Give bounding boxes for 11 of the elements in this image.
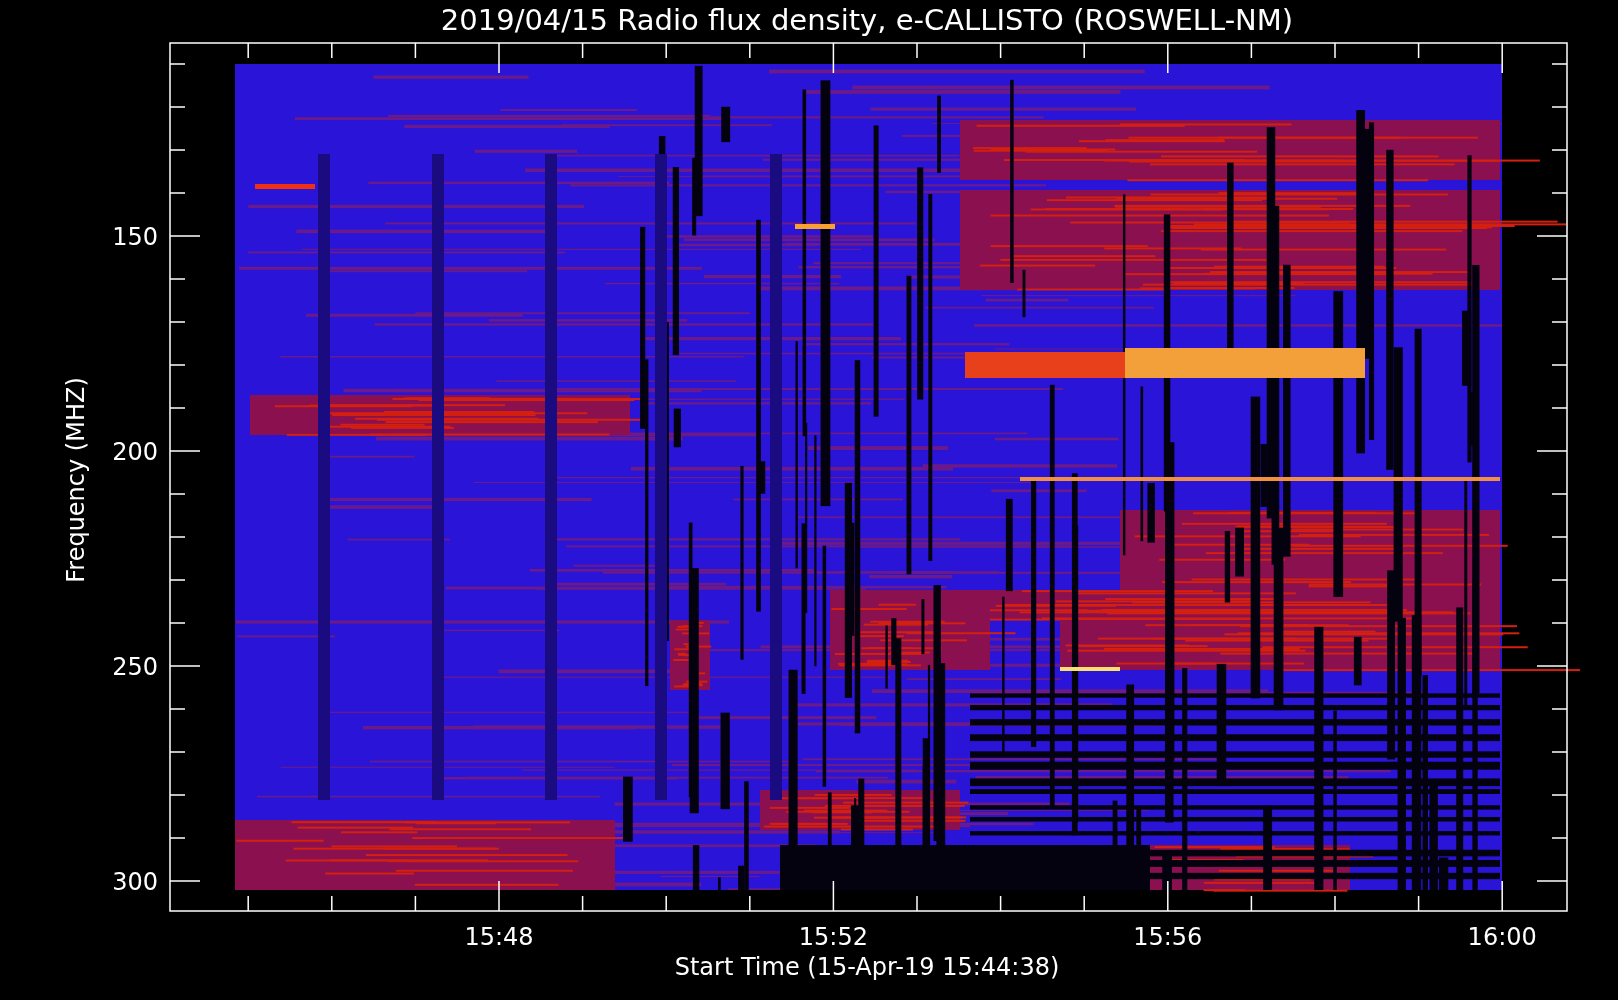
- x-tick-label: 15:52: [798, 923, 868, 951]
- x-tick-label: 15:48: [464, 923, 534, 951]
- y-tick-label: 250: [112, 653, 158, 681]
- y-tick-label: 200: [112, 438, 158, 466]
- x-tick-label: 15:56: [1133, 923, 1203, 951]
- chart-title: 2019/04/15 Radio flux density, e-CALLISTO (ROSWELL-NM): [440, 3, 1294, 37]
- y-tick-label: 150: [112, 223, 158, 251]
- x-axis-label: Start Time (15-Apr-19 15:44:38): [674, 953, 1060, 981]
- y-tick-label: 300: [112, 868, 158, 896]
- x-tick-label: 16:00: [1467, 923, 1537, 951]
- y-axis-label: Frequency (MHZ): [62, 377, 90, 583]
